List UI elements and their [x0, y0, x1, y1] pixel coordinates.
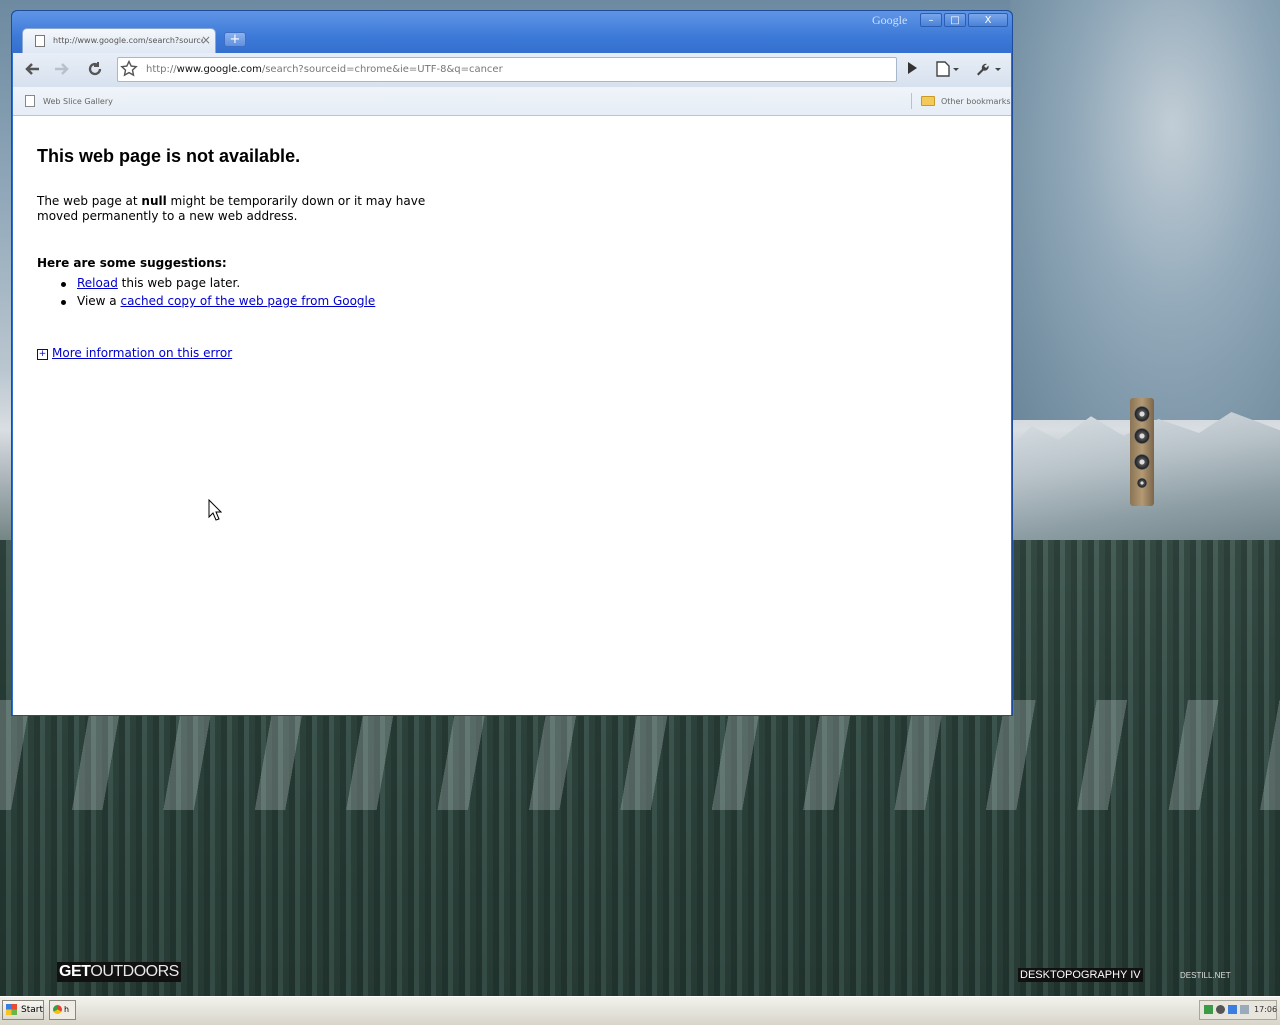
page-content: This web page is not available. The web … — [13, 116, 1011, 715]
reload-link[interactable]: Reload — [77, 276, 118, 290]
tray-app-icon[interactable] — [1228, 1005, 1237, 1014]
expand-plus-icon[interactable]: + — [37, 349, 48, 360]
go-icon[interactable] — [903, 61, 921, 79]
tab-title: http://www.google.com/search?sourcei... — [53, 36, 203, 45]
back-arrow-icon[interactable] — [23, 59, 43, 79]
display-icon[interactable] — [1240, 1005, 1249, 1014]
wallpaper-speaker — [1130, 398, 1154, 506]
address-bar[interactable]: http://www.google.com/search?sourceid=ch… — [117, 57, 897, 82]
taskbar-item-browser[interactable]: h — [49, 1000, 76, 1020]
browser-window: Google – □ X http://www.google.com/searc… — [11, 10, 1013, 716]
bookmarks-bar: Web Slice Gallery Other bookmarks — [13, 87, 1011, 116]
error-description: The web page at null might be temporaril… — [37, 194, 426, 223]
wallpaper-brand-left: GETOUTDOORS — [57, 962, 181, 982]
start-button[interactable]: Start — [2, 1000, 44, 1020]
suggestions-heading: Here are some suggestions: — [37, 256, 227, 270]
cached-copy-link[interactable]: cached copy of the web page from Google — [120, 294, 375, 308]
clock: 17:06 — [1254, 1005, 1278, 1014]
page-icon — [25, 95, 35, 107]
toolbar: http://www.google.com/search?sourceid=ch… — [13, 53, 1011, 87]
forward-arrow-icon[interactable] — [51, 59, 71, 79]
folder-icon — [921, 96, 935, 106]
windows-logo-icon — [6, 1004, 17, 1015]
reload-icon[interactable] — [85, 59, 105, 79]
suggestions-list: Reload this web page later. View a cache… — [61, 276, 375, 312]
more-info[interactable]: + More information on this error — [37, 346, 232, 360]
minimize-button[interactable]: – — [920, 13, 942, 27]
bookmark-web-slice-gallery[interactable]: Web Slice Gallery — [43, 97, 113, 106]
system-tray: 17:06 — [1199, 1000, 1277, 1020]
taskbar: Start h 17:06 — [0, 996, 1280, 1025]
tab-active[interactable]: http://www.google.com/search?sourcei... … — [22, 28, 216, 53]
network-icon[interactable] — [1204, 1005, 1213, 1014]
error-title: This web page is not available. — [37, 146, 301, 166]
maximize-button[interactable]: □ — [944, 13, 966, 27]
close-button[interactable]: X — [968, 13, 1008, 27]
wallpaper-sky — [1010, 0, 1280, 420]
chrome-icon — [53, 1005, 62, 1014]
tab-close-icon[interactable]: × — [201, 33, 211, 47]
title-bar[interactable]: Google – □ X http://www.google.com/searc… — [12, 11, 1012, 53]
wallpaper-snow — [0, 700, 1280, 810]
new-tab-button[interactable]: + — [224, 32, 246, 47]
list-item: Reload this web page later. — [61, 276, 375, 294]
page-menu-icon[interactable] — [935, 61, 961, 81]
bookmark-star-icon[interactable] — [120, 59, 138, 82]
sound-icon[interactable] — [1216, 1005, 1225, 1014]
wallpaper-brand-right: DESKTOPOGRAPHY IV — [1018, 968, 1143, 982]
page-icon — [35, 35, 45, 47]
bookmarks-divider — [911, 93, 912, 109]
list-item: View a cached copy of the web page from … — [61, 294, 375, 312]
window-brand: Google — [872, 13, 908, 27]
wrench-menu-icon[interactable] — [975, 61, 1003, 81]
wallpaper-brand-site: DESTILL.NET — [1180, 971, 1231, 980]
url-text: http://www.google.com/search?sourceid=ch… — [146, 64, 503, 75]
other-bookmarks[interactable]: Other bookmarks — [941, 97, 1011, 106]
more-info-link[interactable]: More information on this error — [52, 346, 232, 360]
